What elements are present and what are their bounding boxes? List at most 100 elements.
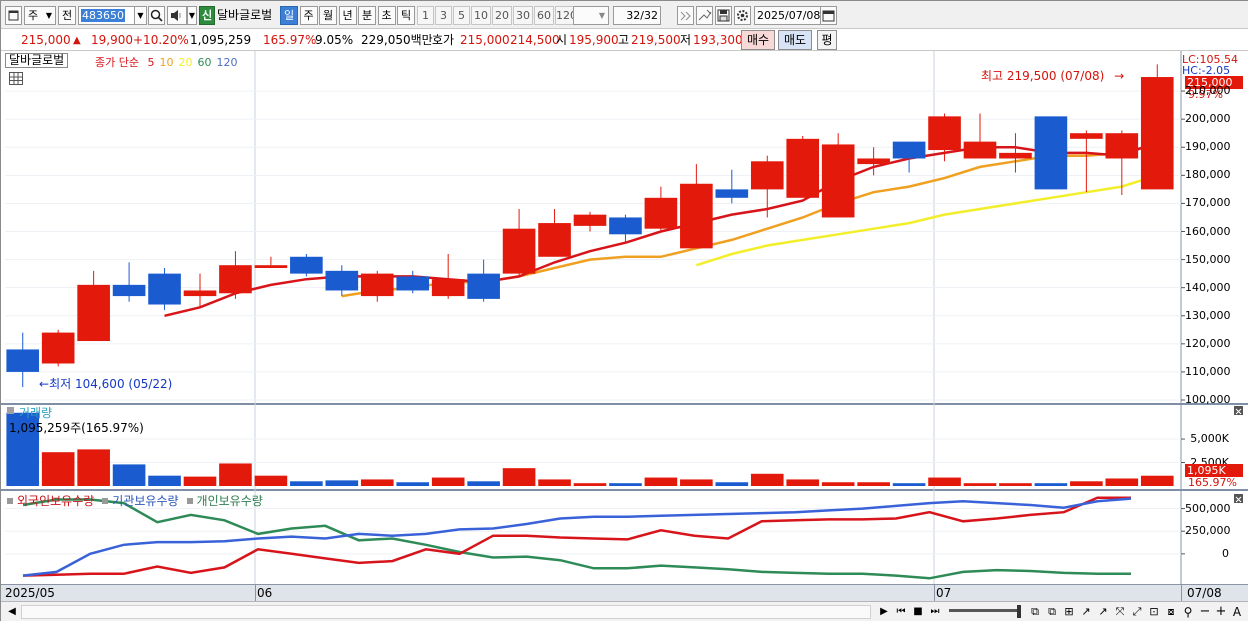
candle-body	[857, 158, 890, 165]
gear-icon[interactable]	[734, 6, 751, 25]
data-count-field[interactable]: 32/32	[613, 6, 661, 25]
view-grid-icon[interactable]: ⊞	[1061, 604, 1077, 620]
minute-tab-20[interactable]: 20	[492, 6, 512, 25]
minute-tab-60[interactable]: 60	[534, 6, 554, 25]
ma-legend-20[interactable]: 20	[178, 56, 192, 69]
zoom-in-icon[interactable]: +	[1213, 604, 1229, 620]
data-count-total: /32	[640, 9, 658, 22]
period-tab-4[interactable]: 분	[358, 6, 376, 25]
table-toggle-icon[interactable]	[9, 72, 23, 85]
scroll-left-icon[interactable]: ◀	[4, 604, 20, 620]
screenshot-icon[interactable]: ⧇	[1163, 604, 1179, 620]
minute-tab-3[interactable]: 3	[435, 6, 452, 25]
low-price: 193,300	[693, 33, 743, 47]
date-divider	[934, 585, 935, 601]
right-arrow-icon: →	[1114, 69, 1125, 83]
legend-swatch-icon	[102, 498, 109, 504]
volume-bar	[467, 481, 500, 486]
buy-button[interactable]: 매수	[741, 30, 775, 50]
period-tab-2[interactable]: 월	[319, 6, 337, 25]
low-label: 저	[680, 33, 692, 47]
candle-body	[715, 189, 749, 198]
volume-bar	[857, 482, 890, 486]
volume-bar	[538, 479, 571, 486]
minute-custom-select[interactable]: ▼	[573, 6, 609, 25]
ma-legend-120[interactable]: 120	[216, 56, 237, 69]
sell-button[interactable]: 매도	[778, 30, 812, 50]
tool-arrows-icon[interactable]	[677, 6, 694, 25]
minute-tab-10[interactable]: 10	[471, 6, 491, 25]
close-panel-icon[interactable]	[1234, 494, 1243, 503]
speaker-icon[interactable]	[167, 6, 187, 25]
zoom-slider[interactable]	[949, 609, 1019, 612]
fib-tool-icon[interactable]: ⤧	[1112, 604, 1128, 620]
candle-body	[1140, 77, 1174, 190]
volume-bar	[715, 482, 749, 486]
bid-price: 214,500	[510, 33, 560, 47]
stop-icon[interactable]: ■	[910, 604, 926, 620]
period-tab-5[interactable]: 초	[377, 6, 396, 25]
candle-body	[573, 214, 607, 226]
volume-bar	[609, 483, 642, 486]
volume-bar	[999, 483, 1032, 486]
price-tick-label: 200,000	[1185, 112, 1231, 126]
period-tab-1[interactable]: 주	[299, 6, 318, 25]
draw-tool-icon[interactable]: ⤢	[1129, 604, 1145, 620]
period-tab-6[interactable]: 틱	[397, 6, 415, 25]
save-icon[interactable]	[715, 6, 732, 25]
holding-legend-1[interactable]: 기관보유수량	[112, 494, 178, 508]
zoom-out-icon[interactable]: −	[1197, 604, 1213, 620]
candle-body	[148, 273, 181, 305]
prev-button[interactable]: 전	[58, 6, 76, 25]
candle-body	[963, 141, 997, 159]
minute-tab-5[interactable]: 5	[453, 6, 470, 25]
legend-swatch-icon	[186, 498, 193, 504]
price-tick-label: 100,000	[1185, 393, 1231, 406]
price-tick-label: 170,000	[1185, 196, 1231, 210]
period-select[interactable]: 주 ▼	[24, 6, 56, 25]
ma-legend-5[interactable]: 5	[147, 56, 154, 69]
minute-tab-1[interactable]: 1	[417, 6, 434, 25]
volume-bar	[963, 483, 997, 486]
first-page-icon[interactable]: ⏮	[893, 604, 909, 620]
scroll-right-icon[interactable]: ▶	[876, 604, 892, 620]
code-dropdown-icon[interactable]: ▼	[134, 6, 147, 25]
volume-tick-label: 5,000K	[1190, 432, 1229, 446]
stock-code-input[interactable]: 483650	[78, 6, 138, 25]
scroll-track[interactable]	[21, 605, 871, 619]
date-input[interactable]: 2025/07/08	[754, 6, 821, 25]
volume-bar	[396, 482, 430, 486]
candle-body	[254, 265, 288, 269]
window-menu-icon[interactable]	[5, 6, 22, 25]
data-count-value: 32	[626, 9, 641, 22]
trend-line-2-icon[interactable]: ↗	[1095, 604, 1111, 620]
volume-value-text: 1,095,259주(165.97%)	[9, 421, 144, 435]
price-tick-label: 140,000	[1185, 280, 1231, 294]
ma-legend-60[interactable]: 60	[197, 56, 211, 69]
view-multi-icon[interactable]: ⧉	[1044, 604, 1060, 620]
text-tool-icon[interactable]: A	[1229, 604, 1245, 620]
calendar-icon[interactable]	[820, 6, 837, 25]
period-tab-3[interactable]: 년	[338, 6, 357, 25]
crosshair-icon[interactable]	[696, 6, 713, 25]
speaker-dropdown-icon[interactable]: ▼	[187, 6, 197, 25]
ma-legend-10[interactable]: 10	[159, 56, 173, 69]
holding-legend-0[interactable]: 외국인보유수량	[17, 494, 94, 508]
shape-tool-icon[interactable]: ⊡	[1146, 604, 1162, 620]
close-panel-icon[interactable]	[1234, 406, 1243, 415]
holding-legend-2[interactable]: 개인보유수량	[197, 494, 263, 508]
view-split-icon[interactable]: ⧉	[1027, 604, 1043, 620]
candle-body	[396, 276, 430, 291]
search-icon[interactable]	[148, 6, 165, 25]
last-page-icon[interactable]: ⏭	[927, 604, 943, 620]
trend-line-icon[interactable]: ↗	[1078, 604, 1094, 620]
zoom-icon[interactable]: ⚲	[1180, 604, 1196, 620]
candle-body	[112, 284, 146, 297]
eval-button[interactable]: 평	[817, 30, 837, 50]
period-tab-0[interactable]: 일	[280, 6, 298, 25]
minute-tab-30[interactable]: 30	[513, 6, 533, 25]
volume-panel-icon	[7, 407, 14, 414]
last-date-label: 07/08	[1187, 586, 1222, 600]
zoom-slider-handle[interactable]	[1017, 605, 1021, 618]
chart-navigation-bar: ◀ ▶ ⏮ ■ ⏭ ⧉ ⧉ ⊞ ↗ ↗ ⤧ ⤢ ⊡ ⧇ ⚲ − + A	[1, 601, 1248, 621]
